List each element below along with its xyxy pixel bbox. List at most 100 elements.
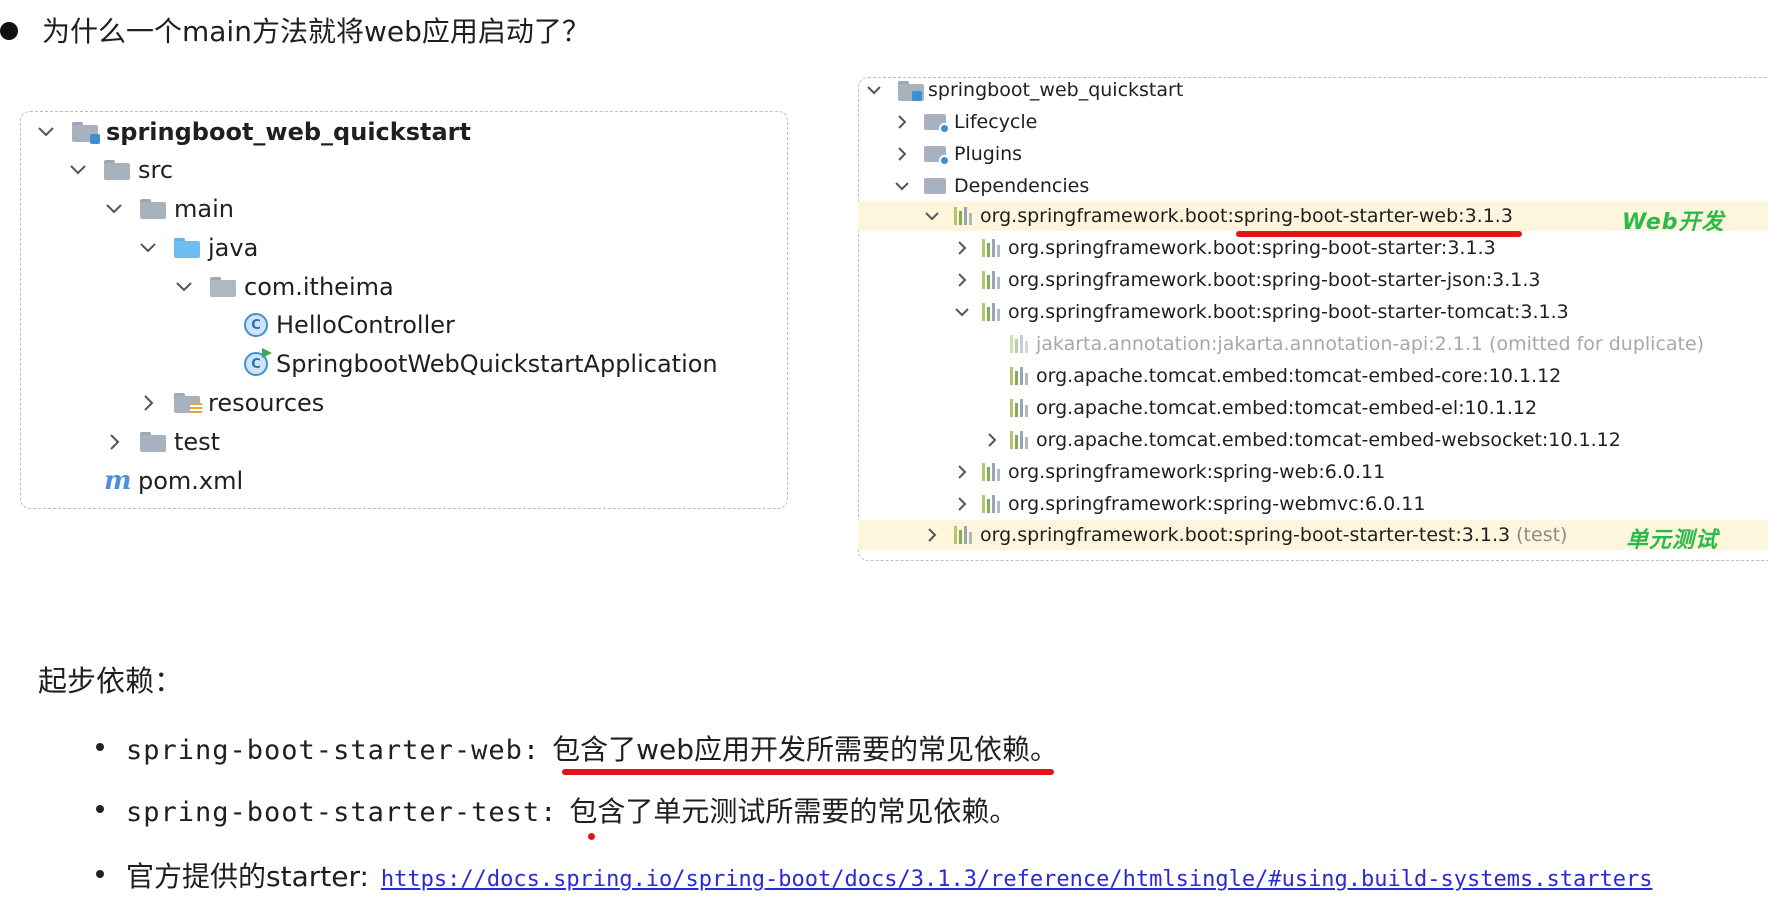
- list-item: 官方提供的starter: https://docs.spring.io/spr…: [96, 855, 1652, 895]
- chevron-down-icon[interactable]: [136, 236, 160, 260]
- item-code: spring-boot-starter-web:: [126, 735, 541, 766]
- plugins-icon: [924, 144, 950, 166]
- library-icon: [1010, 399, 1028, 417]
- runnable-class-icon: C: [244, 348, 272, 376]
- chevron-right-icon[interactable]: [980, 428, 1004, 452]
- chevron-down-icon[interactable]: [66, 158, 90, 182]
- dep-row[interactable]: org.springframework:spring-web:6.0.11: [950, 457, 1385, 487]
- tree-node-root[interactable]: springboot_web_quickstart: [34, 114, 471, 150]
- tree-node-package[interactable]: com.itheima: [172, 269, 394, 305]
- chevron-right-icon[interactable]: [950, 268, 974, 292]
- dep-label: org.springframework.boot:spring-boot-sta…: [1008, 237, 1496, 259]
- tree-label-main: main: [174, 195, 234, 223]
- dep-label: org.apache.tomcat.embed:tomcat-embed-web…: [1036, 429, 1621, 451]
- dep-row[interactable]: org.apache.tomcat.embed:tomcat-embed-cor…: [1010, 361, 1561, 391]
- library-icon: [1010, 367, 1028, 385]
- maven-icon: m: [104, 466, 132, 496]
- dep-row[interactable]: org.springframework:spring-webmvc:6.0.11: [950, 489, 1425, 519]
- source-folder-icon: [174, 238, 200, 258]
- chevron-down-icon[interactable]: [950, 300, 974, 324]
- library-icon: [954, 207, 972, 225]
- annotation-web: Web开发: [1622, 210, 1725, 235]
- tree-node-src[interactable]: src: [66, 152, 173, 188]
- chevron-right-icon[interactable]: [950, 492, 974, 516]
- tree-node-hello-controller[interactable]: C HelloController: [244, 307, 455, 343]
- item-code: spring-boot-starter-test:: [126, 797, 558, 828]
- library-icon: [1010, 431, 1028, 449]
- chevron-down-icon[interactable]: [102, 197, 126, 221]
- dep-row-omitted[interactable]: jakarta.annotation:jakarta.annotation-ap…: [1010, 329, 1704, 359]
- scope-tag: (test): [1516, 524, 1568, 546]
- tree-label-pom: pom.xml: [138, 467, 244, 495]
- chevron-right-icon[interactable]: [136, 391, 160, 415]
- library-icon: [982, 495, 1000, 513]
- dep-label: org.apache.tomcat.embed:tomcat-embed-el:…: [1036, 397, 1538, 419]
- item-text: 包含了web应用开发所需要的常见依赖。: [552, 733, 1059, 766]
- dep-label: org.springframework.boot:spring-boot-sta…: [980, 524, 1511, 546]
- dep-label: org.springframework.boot:spring-boot-sta…: [1008, 301, 1569, 323]
- chevron-down-icon[interactable]: [920, 204, 944, 228]
- dep-label: org.apache.tomcat.embed:tomcat-embed-cor…: [1036, 365, 1562, 387]
- red-underline: [1236, 231, 1522, 237]
- tree-node-main[interactable]: main: [102, 191, 234, 227]
- dep-row[interactable]: org.springframework.boot:spring-boot-sta…: [950, 233, 1496, 263]
- dep-row[interactable]: org.springframework.boot:spring-boot-sta…: [920, 520, 1567, 550]
- chevron-right-icon[interactable]: [950, 460, 974, 484]
- maven-dependencies-label: Dependencies: [954, 175, 1090, 197]
- chevron-right-icon[interactable]: [102, 430, 126, 454]
- chevron-right-icon[interactable]: [950, 236, 974, 260]
- dep-label: org.springframework.boot:spring-boot-sta…: [1008, 269, 1541, 291]
- chevron-down-icon[interactable]: [890, 174, 914, 198]
- dep-row[interactable]: org.springframework.boot:spring-boot-sta…: [920, 201, 1513, 231]
- item-code: 官方提供的starter:: [126, 860, 369, 893]
- tree-node-java[interactable]: java: [136, 230, 258, 266]
- dependencies-icon: [924, 176, 948, 196]
- library-icon: [982, 239, 1000, 257]
- tree-node-application[interactable]: C SpringbootWebQuickstartApplication: [244, 346, 718, 382]
- chevron-right-icon[interactable]: [890, 110, 914, 134]
- dep-row[interactable]: org.springframework.boot:spring-boot-sta…: [950, 265, 1540, 295]
- maven-root[interactable]: springboot_web_quickstart: [862, 75, 1183, 105]
- maven-lifecycle[interactable]: Lifecycle: [890, 107, 1037, 137]
- maven-plugins[interactable]: Plugins: [890, 139, 1022, 169]
- dep-row[interactable]: org.apache.tomcat.embed:tomcat-embed-web…: [980, 425, 1621, 455]
- dep-label: org.springframework:spring-webmvc:6.0.11: [1008, 493, 1426, 515]
- docs-link[interactable]: https://docs.spring.io/spring-boot/docs/…: [381, 867, 1653, 892]
- folder-icon: [104, 160, 130, 180]
- tree-label-java: java: [208, 234, 259, 262]
- red-underline: [562, 769, 1054, 775]
- maven-plugins-label: Plugins: [954, 143, 1023, 165]
- item-text: 包含了单元测试所需要的常见依赖。: [569, 795, 1018, 828]
- tree-node-test[interactable]: test: [102, 424, 220, 460]
- folder-icon: [140, 432, 166, 452]
- tree-label-package: com.itheima: [244, 273, 394, 301]
- package-icon: [210, 277, 236, 297]
- page-title: 为什么一个main方法就将web应用启动了？: [42, 15, 590, 48]
- list-item: spring-boot-starter-web: 包含了web应用开发所需要的常…: [96, 728, 1058, 768]
- library-icon: [982, 463, 1000, 481]
- dep-row[interactable]: org.apache.tomcat.embed:tomcat-embed-el:…: [1010, 393, 1537, 423]
- chevron-down-icon[interactable]: [862, 78, 886, 102]
- tree-label-resources: resources: [208, 389, 325, 417]
- library-icon: [982, 271, 1000, 289]
- tree-node-resources[interactable]: resources: [136, 385, 324, 421]
- chevron-down-icon[interactable]: [34, 120, 58, 144]
- tree-label-root: springboot_web_quickstart: [106, 118, 471, 146]
- bullet-icon: [0, 22, 18, 40]
- class-icon: C: [244, 313, 268, 337]
- chevron-right-icon[interactable]: [920, 523, 944, 547]
- bullet-icon: [96, 870, 104, 878]
- maven-root-label: springboot_web_quickstart: [928, 79, 1184, 101]
- list-item: spring-boot-starter-test: 包含了单元测试所需要的常见依…: [96, 790, 1017, 830]
- library-icon: [1010, 335, 1028, 353]
- tree-label-src: src: [138, 156, 174, 184]
- maven-dependencies[interactable]: Dependencies: [890, 171, 1089, 201]
- dep-row[interactable]: org.springframework.boot:spring-boot-sta…: [950, 297, 1569, 327]
- resources-folder-icon: [174, 393, 202, 415]
- section-title: 起步依赖：: [38, 664, 184, 698]
- chevron-right-icon[interactable]: [890, 142, 914, 166]
- chevron-down-icon[interactable]: [172, 275, 196, 299]
- tree-node-pom[interactable]: m pom.xml: [104, 463, 243, 499]
- dep-label: org.springframework.boot:spring-boot-sta…: [980, 205, 1513, 227]
- library-icon: [982, 303, 1000, 321]
